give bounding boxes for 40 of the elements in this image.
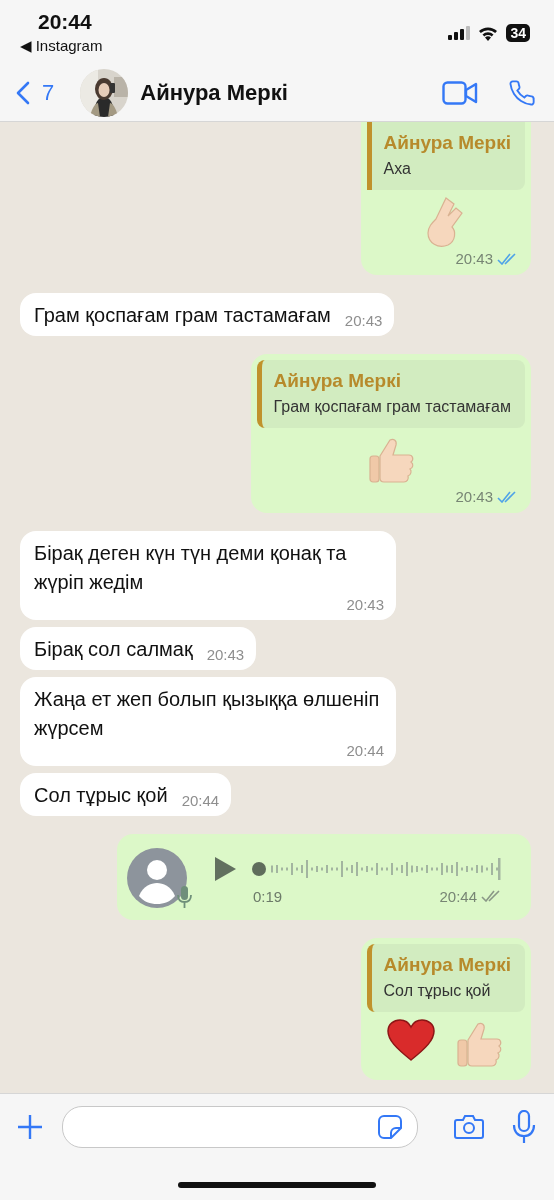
message-time: 20:44 bbox=[345, 743, 384, 759]
heart-icon bbox=[385, 1018, 436, 1062]
message-time: 20:43 bbox=[455, 488, 493, 505]
voice-duration: 0:19 bbox=[253, 887, 283, 905]
back-chevron-icon bbox=[16, 81, 30, 105]
quoted-sender: Айнура Меркі bbox=[383, 132, 511, 154]
message-time: 20:43 bbox=[343, 313, 383, 329]
quoted-message[interactable]: Айнура Меркі Аха bbox=[366, 122, 525, 190]
quoted-text: Грам қоспағам грам тастамағам bbox=[273, 398, 511, 416]
wifi-icon bbox=[478, 25, 499, 41]
message-text: Бірақ деген күн түн деми қонақ та жүріп жедім bbox=[34, 541, 348, 595]
phone-call-button[interactable] bbox=[508, 79, 536, 107]
contact-name[interactable]: Айнура Меркі bbox=[140, 80, 442, 106]
sticker-icon[interactable] bbox=[377, 1114, 403, 1140]
message-text: Сол тұрыс қой bbox=[34, 783, 168, 808]
message-text: Жаңа ет жеп болып қызыққа өлшеніп жүрсем bbox=[34, 687, 381, 741]
add-button[interactable] bbox=[16, 1113, 44, 1141]
quoted-text: Аха bbox=[383, 160, 412, 178]
video-call-button[interactable] bbox=[442, 81, 478, 105]
message-time: 20:44 bbox=[180, 793, 220, 809]
quoted-message[interactable]: Айнура Меркі Сол тұрыс қой bbox=[366, 944, 525, 1012]
quoted-message[interactable]: Айнура Меркі Грам қоспағам грам тастамағам bbox=[256, 360, 525, 428]
quoted-sender: Айнура Меркі bbox=[383, 954, 511, 976]
battery-level: 34 bbox=[506, 24, 530, 42]
status-time: 20:44 bbox=[38, 10, 92, 34]
camera-button[interactable] bbox=[454, 1114, 484, 1140]
message-time: 20:43 bbox=[455, 250, 493, 267]
message-time: 20:44 bbox=[439, 887, 477, 905]
back-button[interactable]: 7 bbox=[16, 80, 55, 106]
message-time: 20:43 bbox=[205, 647, 245, 663]
message-text: Бірақ сол салмақ bbox=[34, 637, 193, 662]
message-text: Грам қоспағам грам тастамағам bbox=[34, 303, 331, 328]
message-time: 20:43 bbox=[345, 597, 384, 613]
back-to-app-link[interactable]: ◀ Instagram bbox=[20, 37, 103, 55]
quoted-sender: Айнура Меркі bbox=[273, 370, 402, 392]
message-input-field[interactable] bbox=[62, 1106, 418, 1148]
play-button[interactable] bbox=[213, 855, 237, 882]
quoted-text: Сол тұрыс қой bbox=[383, 982, 492, 1000]
microphone-button[interactable] bbox=[512, 1110, 536, 1144]
signal-icon bbox=[448, 26, 471, 40]
